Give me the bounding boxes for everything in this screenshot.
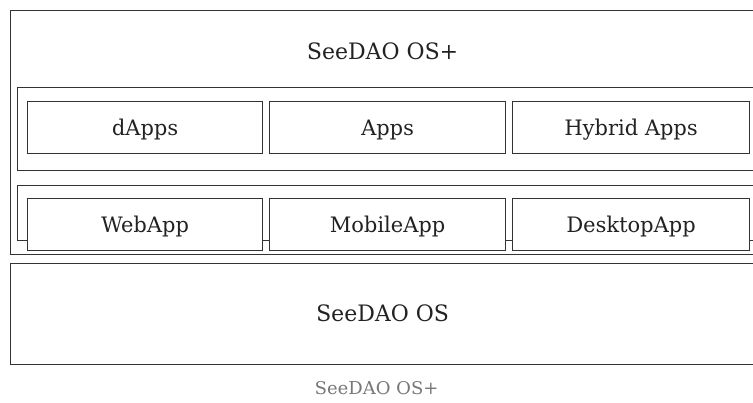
- apps-box: Apps: [269, 101, 506, 154]
- dapps-box: dApps: [27, 101, 263, 154]
- webapp-box: WebApp: [27, 198, 263, 251]
- mobileapp-box: MobileApp: [269, 198, 506, 251]
- seedao-os-base: SeeDAO OS: [10, 263, 753, 365]
- hybrid-apps-box: Hybrid Apps: [512, 101, 750, 154]
- diagram-caption: SeeDAO OS+: [314, 378, 439, 399]
- desktopapp-box: DesktopApp: [512, 198, 750, 251]
- outer-title: SeeDAO OS+: [306, 40, 459, 65]
